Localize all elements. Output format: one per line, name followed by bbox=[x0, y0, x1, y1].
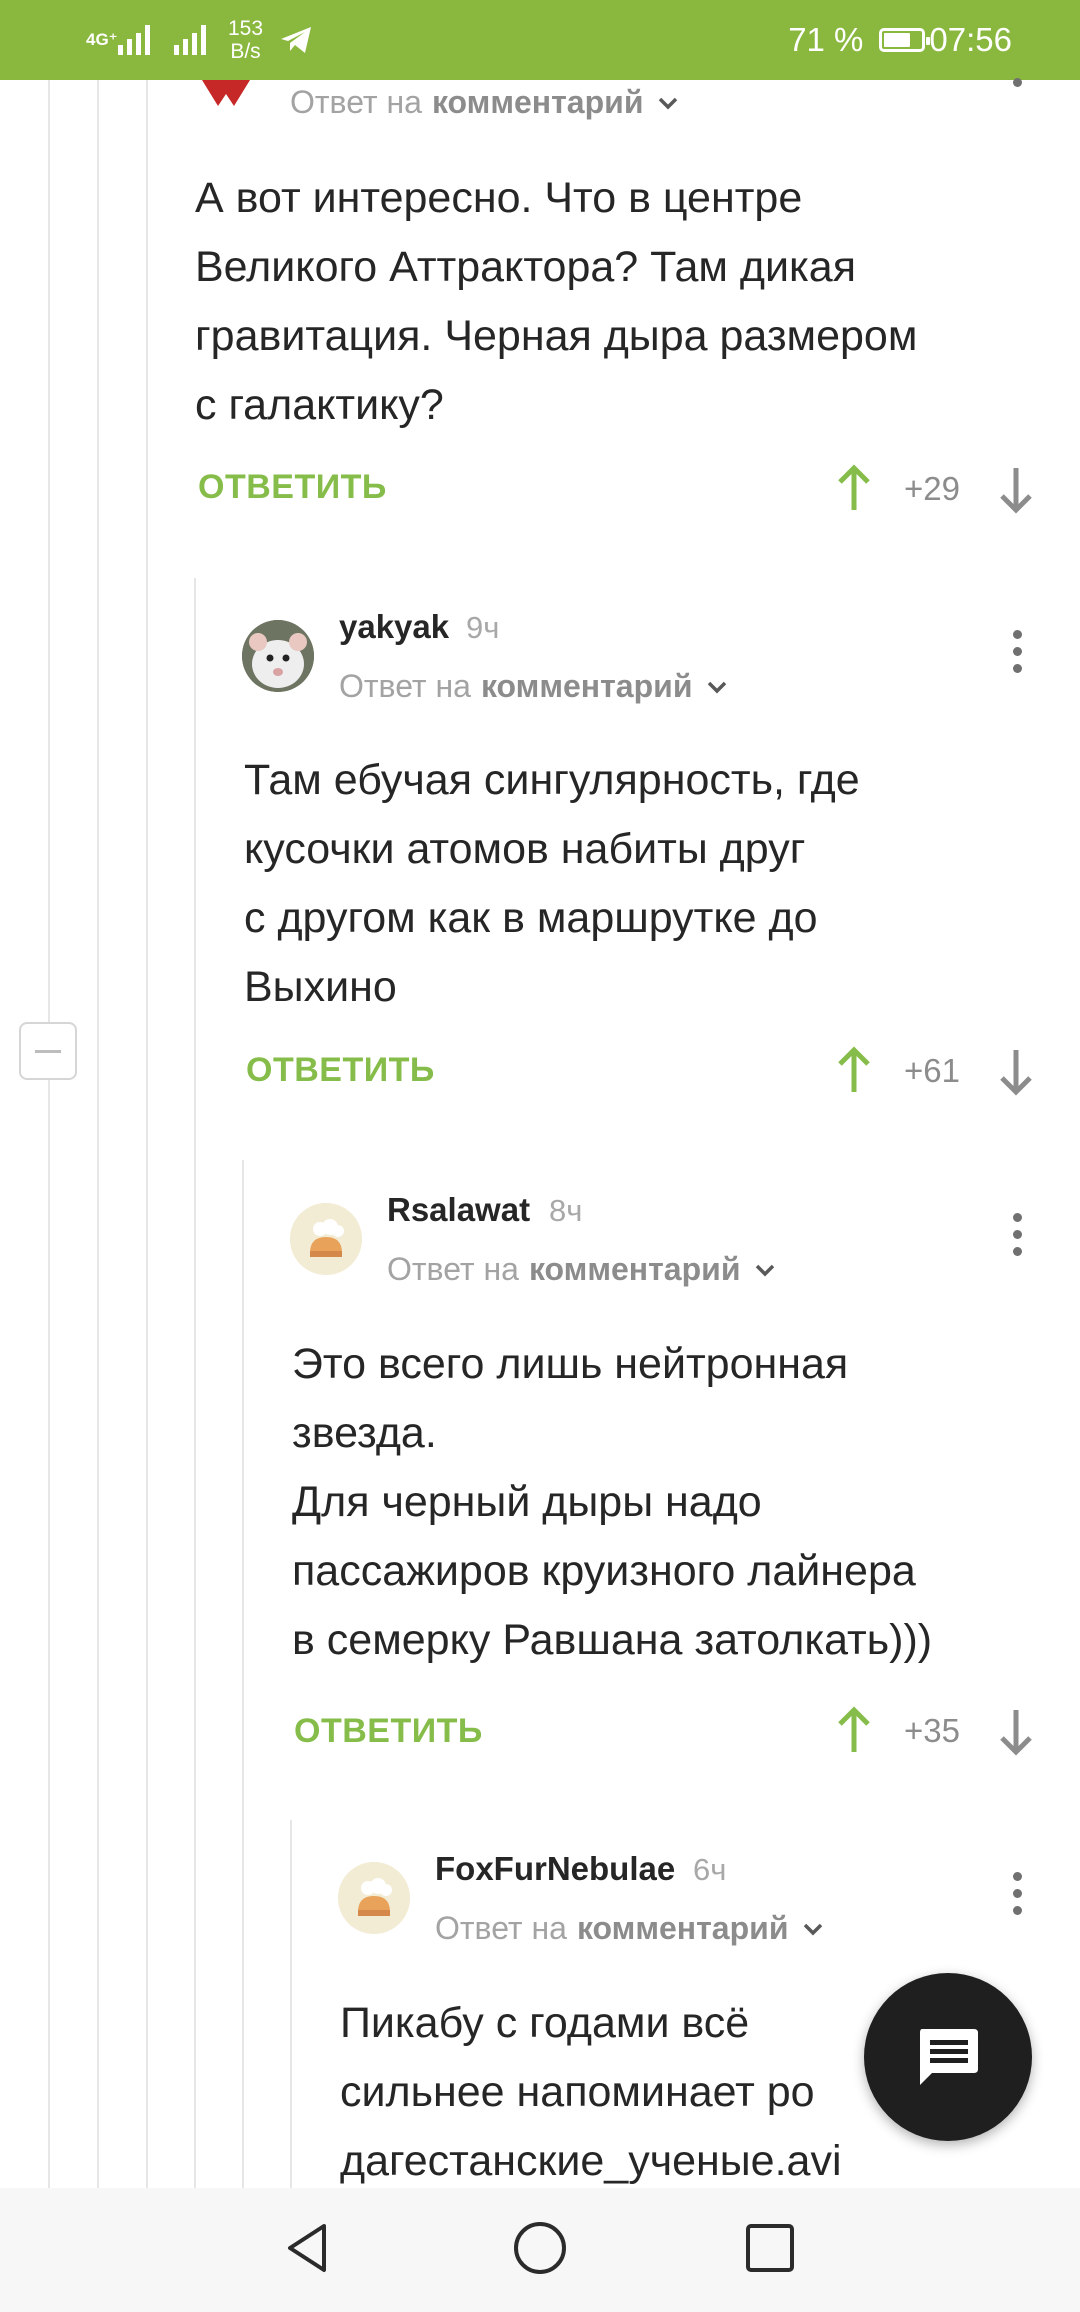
upvote-arrow-icon[interactable] bbox=[834, 1706, 874, 1756]
dot-icon bbox=[1012, 664, 1022, 673]
status-right: 71 % 07:56 bbox=[788, 18, 1012, 62]
star-avatar-icon bbox=[202, 80, 250, 106]
comment-text-line: А вот интересно. Что в центре bbox=[195, 174, 803, 222]
upvote-arrow-icon[interactable] bbox=[834, 464, 874, 514]
battery-level bbox=[884, 33, 910, 47]
dot-icon bbox=[1012, 630, 1022, 639]
comment-text-line: гравитация. Черная дыра размером bbox=[195, 312, 918, 360]
comment-text-line: в семерку Равшана затолкать))) bbox=[292, 1616, 933, 1664]
reply-to[interactable]: Ответ на комментарий bbox=[387, 1251, 778, 1288]
reply-to-prefix: Ответ на bbox=[387, 1251, 519, 1287]
comment-body: Это всего лишь нейтронная звезда. Для че… bbox=[292, 1330, 1062, 1675]
thread-line bbox=[48, 1080, 50, 2190]
home-icon[interactable] bbox=[510, 2218, 570, 2278]
recents-icon[interactable] bbox=[740, 2218, 800, 2278]
reply-to-target: комментарий bbox=[528, 1251, 741, 1287]
reply-to[interactable]: Ответ на комментарий bbox=[435, 1910, 826, 1947]
battery-icon bbox=[879, 28, 931, 52]
reply-button[interactable]: ОТВЕТИТЬ bbox=[198, 468, 387, 507]
comment-time: 6ч bbox=[693, 1852, 727, 1887]
dot-icon bbox=[1012, 78, 1022, 87]
battery-text: 71 % bbox=[788, 21, 864, 58]
rating-score: +35 bbox=[904, 1712, 960, 1749]
reply-button[interactable]: ОТВЕТИТЬ bbox=[246, 1051, 435, 1090]
new-comment-fab[interactable] bbox=[864, 1973, 1032, 2141]
reply-to[interactable]: Ответ на комментарий bbox=[339, 668, 730, 705]
reply-to-prefix: Ответ на bbox=[339, 668, 471, 704]
dot-icon bbox=[1012, 1213, 1022, 1222]
upvote-arrow-icon[interactable] bbox=[834, 1046, 874, 1096]
clock: 07:56 bbox=[929, 21, 1012, 58]
dot-icon bbox=[1012, 1889, 1022, 1898]
author-name[interactable]: FoxFurNebulae bbox=[435, 1850, 675, 1888]
thread-line bbox=[97, 80, 99, 2190]
network-speed: 153 B/s bbox=[228, 17, 263, 63]
chevron-down-icon bbox=[804, 1923, 823, 1935]
comment-text-line: Там ебучая сингулярность, где bbox=[244, 756, 860, 804]
more-options-button[interactable] bbox=[1007, 1213, 1027, 1263]
reply-to-prefix: Ответ на bbox=[435, 1910, 567, 1946]
avatar[interactable] bbox=[290, 1203, 362, 1275]
thread-line bbox=[242, 1160, 244, 2190]
hamster-avatar-icon bbox=[242, 620, 314, 692]
comment-text-line: Великого Аттрактора? Там дикая bbox=[195, 243, 856, 291]
speed-value: 153 bbox=[228, 17, 264, 40]
author-name[interactable]: Rsalawat bbox=[387, 1191, 530, 1229]
dot-icon bbox=[1012, 1906, 1022, 1915]
dot-icon bbox=[1012, 1247, 1022, 1256]
back-icon[interactable] bbox=[278, 2218, 338, 2278]
downvote-arrow-icon[interactable] bbox=[996, 1706, 1036, 1756]
chat-icon bbox=[920, 2029, 978, 2085]
default-avatar-icon bbox=[290, 1203, 362, 1275]
network-type: 4G⁺ bbox=[86, 30, 118, 49]
reply-to-target: комментарий bbox=[576, 1910, 789, 1946]
comment-text-line: Для черный дыры надо bbox=[292, 1478, 762, 1526]
speed-unit: B/s bbox=[230, 40, 261, 63]
status-left: 4G⁺ 153 B/s bbox=[86, 17, 313, 63]
avatar[interactable] bbox=[242, 620, 314, 692]
downvote-arrow-icon[interactable] bbox=[996, 1046, 1036, 1096]
thread-line bbox=[146, 80, 148, 2190]
navigation-bar bbox=[0, 2188, 1080, 2312]
comment-text-line: с другом как в маршрутке до bbox=[244, 894, 818, 942]
comment-time: 9ч bbox=[466, 610, 500, 645]
reply-to[interactable]: Ответ на комментарий bbox=[290, 84, 681, 121]
chevron-down-icon bbox=[756, 1264, 775, 1276]
reply-to-target: комментарий bbox=[480, 668, 693, 704]
collapse-thread-button[interactable] bbox=[19, 1022, 77, 1080]
comment-text-line: Это всего лишь нейтронная bbox=[292, 1340, 849, 1388]
comment-text-line: Выхино bbox=[244, 963, 397, 1011]
signal-icon-2 bbox=[174, 25, 206, 55]
rating-score: +29 bbox=[904, 470, 960, 507]
signal-icon bbox=[118, 25, 150, 55]
author-name[interactable]: yakyak bbox=[339, 608, 449, 646]
dot-icon bbox=[1012, 647, 1022, 656]
thread-line bbox=[194, 578, 196, 2190]
more-options-button[interactable] bbox=[1007, 1872, 1027, 1922]
rating-score: +61 bbox=[904, 1052, 960, 1089]
comment-body: А вот интересно. Что в центре Великого А… bbox=[195, 164, 1045, 440]
thread-line bbox=[290, 1820, 292, 2190]
reply-to-target: комментарий bbox=[431, 84, 644, 120]
comment-text-line: пассажиров круизного лайнера bbox=[292, 1547, 916, 1595]
comment-text-line: кусочки атомов набиты друг bbox=[244, 825, 806, 873]
status-bar: 4G⁺ 153 B/s 71 % 07:56 bbox=[0, 0, 1080, 80]
more-options-button[interactable] bbox=[1007, 78, 1027, 128]
comment-text-line: звезда. bbox=[292, 1409, 437, 1457]
reply-button[interactable]: ОТВЕТИТЬ bbox=[294, 1712, 483, 1751]
chevron-down-icon bbox=[659, 97, 678, 109]
chevron-down-icon bbox=[708, 681, 727, 693]
thread-line bbox=[48, 80, 50, 1080]
comment-body: Там ебучая сингулярность, где кусочки ат… bbox=[244, 746, 1044, 1022]
comment-text-line: с галактику? bbox=[195, 381, 444, 429]
comment-time: 8ч bbox=[549, 1193, 583, 1228]
telegram-icon bbox=[281, 27, 312, 53]
dot-icon bbox=[1012, 1230, 1022, 1239]
default-avatar-icon bbox=[338, 1862, 410, 1934]
avatar[interactable] bbox=[338, 1862, 410, 1934]
reply-to-prefix: Ответ на bbox=[290, 84, 422, 120]
more-options-button[interactable] bbox=[1007, 630, 1027, 680]
dot-icon bbox=[1012, 1872, 1022, 1881]
downvote-arrow-icon[interactable] bbox=[996, 464, 1036, 514]
